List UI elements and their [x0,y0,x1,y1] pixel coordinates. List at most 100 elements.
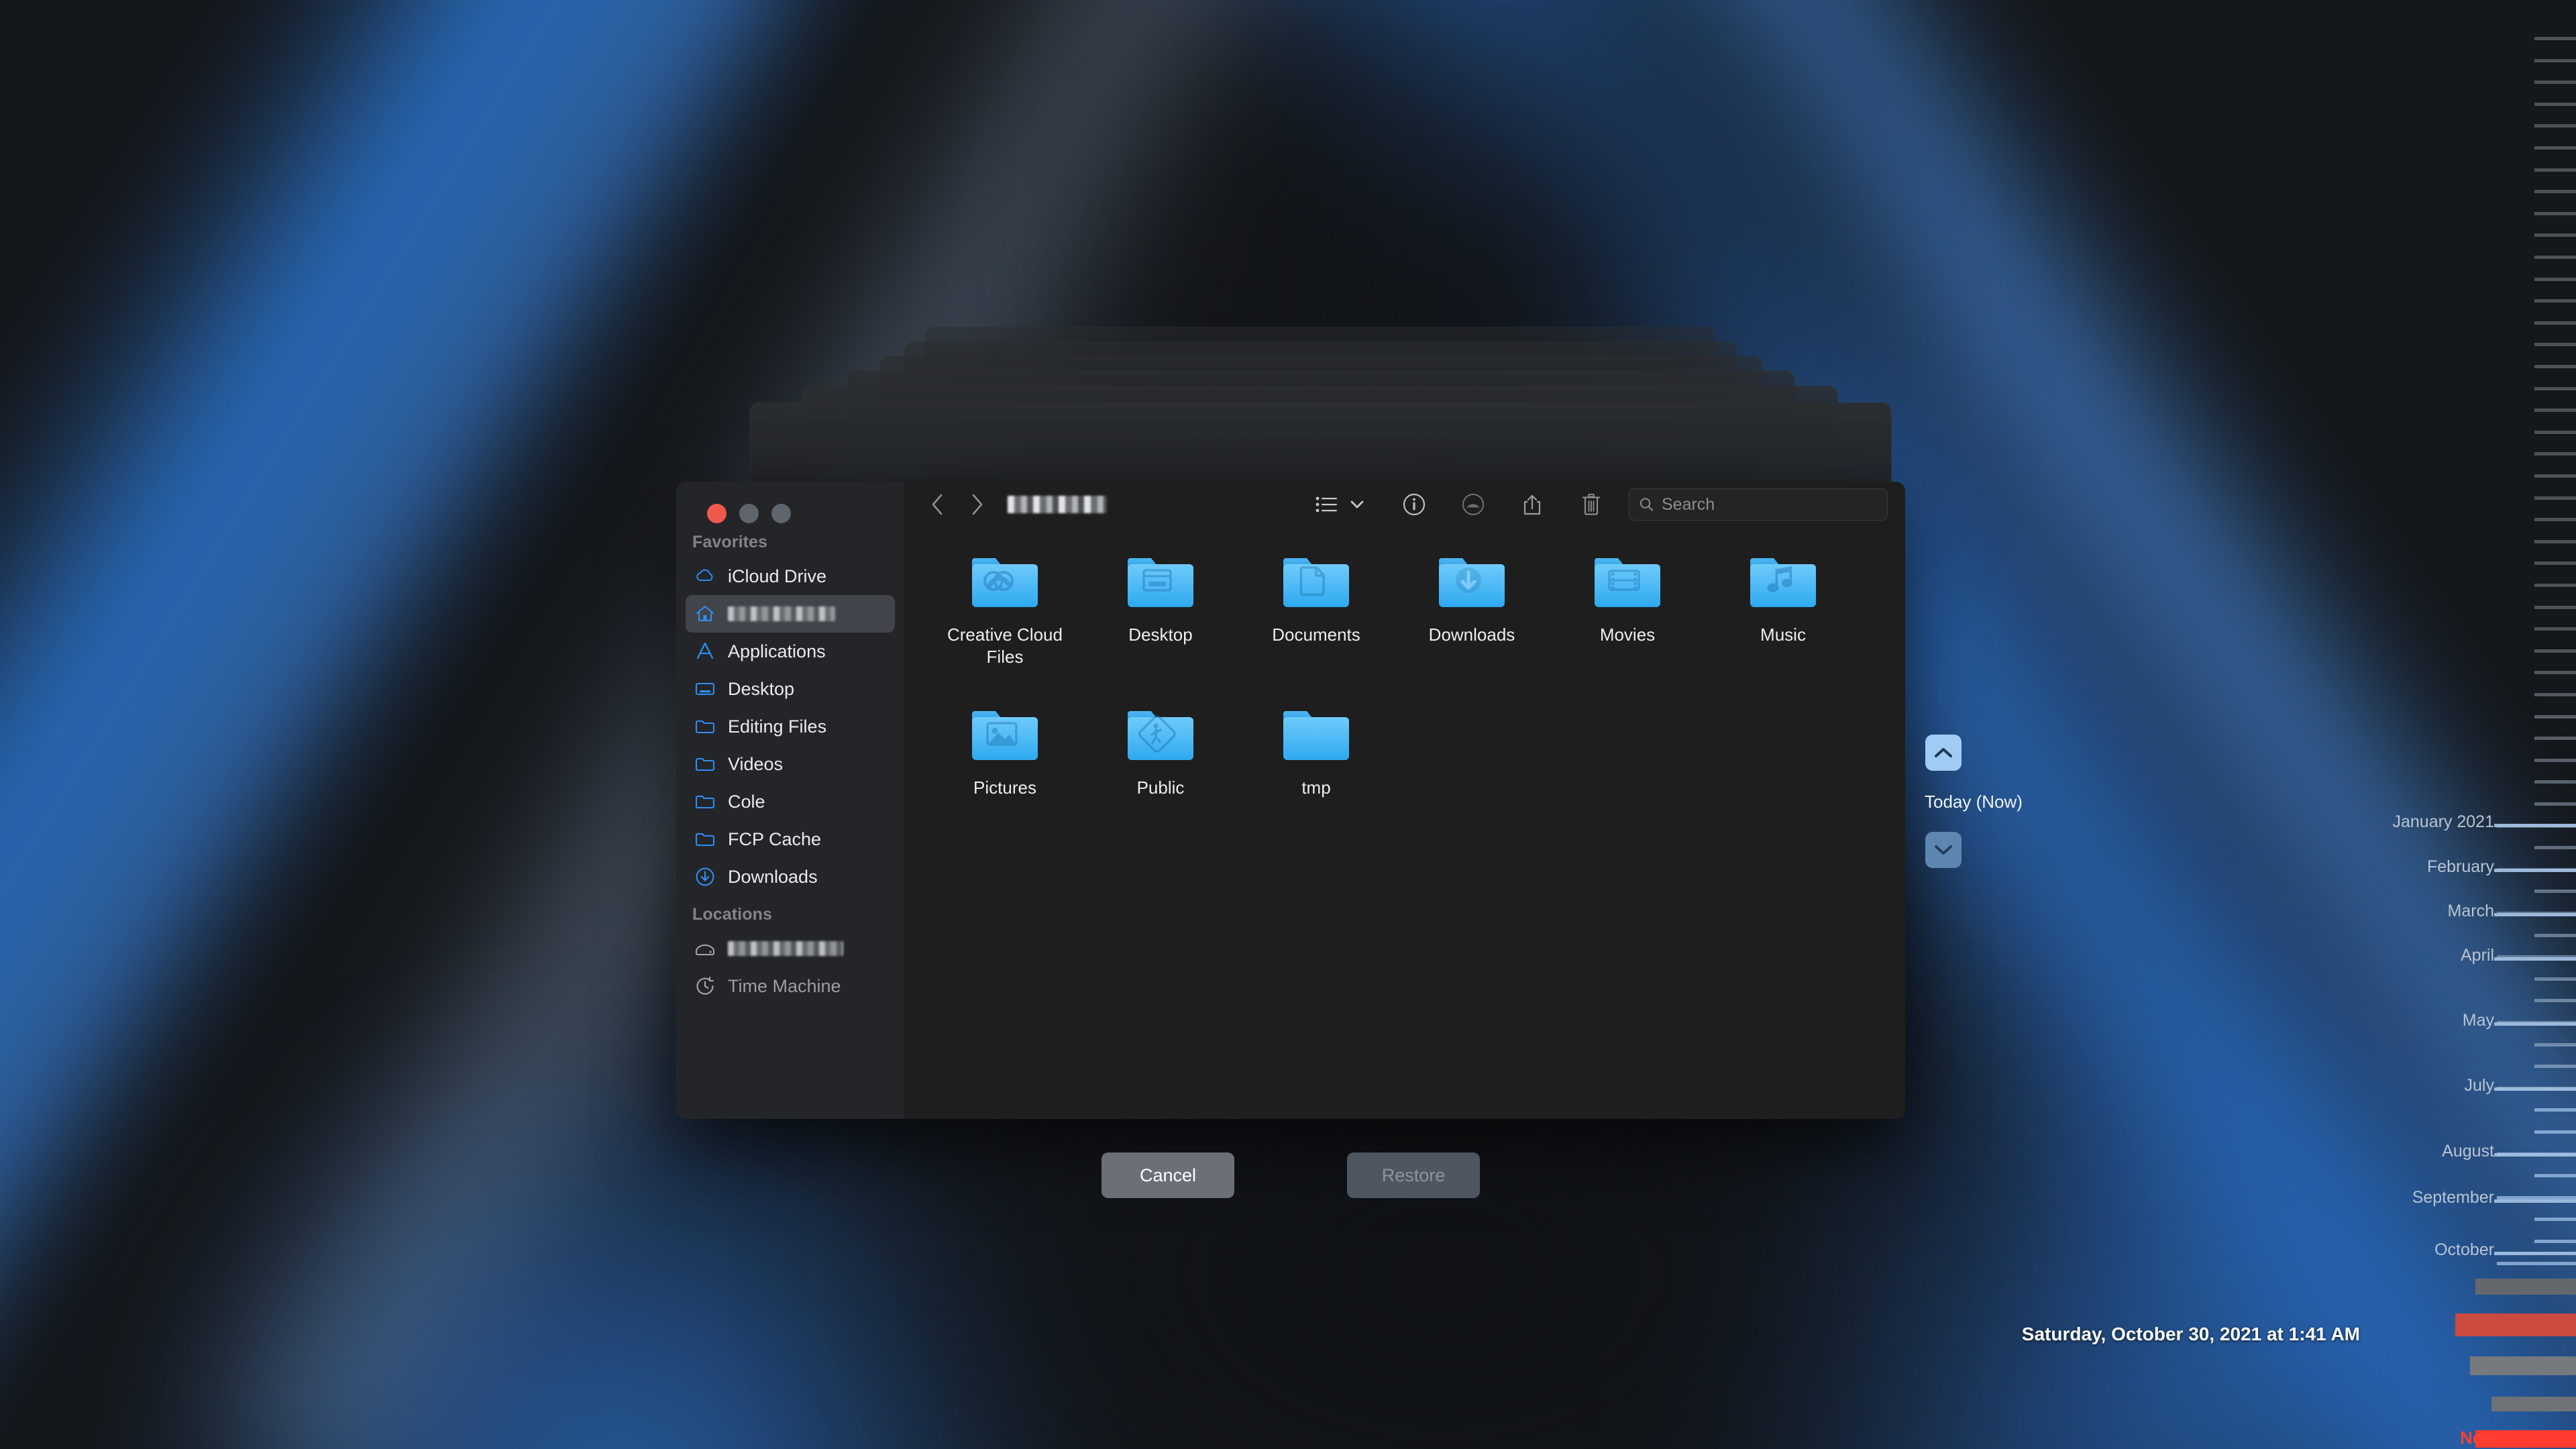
timeline-tick[interactable] [2534,146,2576,150]
timeline-tick[interactable] [2534,540,2576,543]
timeline-tick[interactable] [2534,627,2576,631]
timeline-month-tick[interactable] [2494,1087,2576,1091]
maximize-button[interactable] [771,504,791,523]
timeline-tick[interactable] [2534,1130,2576,1134]
timeline-tick[interactable] [2534,124,2576,127]
timeline-tick[interactable] [2534,212,2576,215]
timeline-month-tick[interactable] [2494,957,2576,961]
sidebar-item-applications[interactable]: Applications [686,633,895,670]
minimize-button[interactable] [739,504,759,523]
timeline-tick[interactable] [2534,999,2576,1002]
timeline-tick[interactable] [2534,1043,2576,1046]
timeline-tick[interactable] [2534,934,2576,937]
timeline-tick[interactable] [2534,737,2576,740]
timeline-snapshot-bar[interactable] [2475,1279,2576,1295]
timeline-tick[interactable] [2534,343,2576,346]
sidebar-item-redacted[interactable] [686,930,895,967]
timeline-month-tick[interactable] [2494,913,2576,916]
sidebar-item-time-machine[interactable]: Time Machine [686,967,895,1005]
timeline-tick[interactable] [2534,37,2576,40]
timeline-tick[interactable] [2534,1240,2576,1243]
timeline-tick[interactable] [2534,1218,2576,1221]
forward-button[interactable] [962,489,993,520]
timeline-tick[interactable] [2534,256,2576,259]
timeline-tick[interactable] [2534,802,2576,806]
timeline-selected-snapshot[interactable] [2455,1313,2576,1336]
timeline-tick[interactable] [2534,190,2576,193]
sidebar-item-cole[interactable]: Cole [686,783,895,820]
file-item[interactable]: Creative Cloud Files [927,545,1083,698]
info-circle-icon[interactable] [1397,489,1432,520]
back-button[interactable] [922,489,953,520]
sidebar-item-desktop[interactable]: Desktop [686,670,895,708]
chevron-down-icon[interactable] [1344,489,1370,520]
list-view-icon[interactable] [1309,489,1344,520]
timeline-month-tick[interactable] [2494,869,2576,872]
timeline-tick[interactable] [2497,1262,2576,1265]
timeline-tick[interactable] [2534,518,2576,521]
timeline-snapshot-bar[interactable] [2470,1356,2576,1375]
timeline-tick[interactable] [2534,59,2576,62]
time-machine-timeline[interactable]: January 2021 February March April May July Aug… [2375,0,2576,1449]
timeline-month-tick[interactable] [2494,824,2576,827]
timeline-tick[interactable] [2534,452,2576,455]
timeline-tick[interactable] [2534,890,2576,893]
file-item[interactable]: Music [1705,545,1861,698]
timeline-down-arrow[interactable] [1925,832,1962,868]
sidebar-item-videos[interactable]: Videos [686,745,895,783]
timeline-tick[interactable] [2534,431,2576,434]
timeline-tick[interactable] [2534,474,2576,478]
search-field[interactable] [1629,488,1888,521]
sidebar-item-editing-files[interactable]: Editing Files [686,708,895,745]
timeline-month-tick[interactable] [2494,1022,2576,1026]
timeline-snapshot-bar[interactable] [2491,1397,2576,1411]
file-item[interactable]: tmp [1238,698,1394,851]
file-item[interactable]: Documents [1238,545,1394,698]
timeline-tick[interactable] [2534,606,2576,609]
redacted-text [728,941,843,956]
close-button[interactable] [707,504,727,523]
timeline-month-tick[interactable] [2494,1252,2576,1255]
timeline-tick[interactable] [2534,278,2576,281]
timeline-month-tick[interactable] [2494,1199,2576,1203]
timeline-tick[interactable] [2534,1108,2576,1112]
timeline-tick[interactable] [2534,387,2576,390]
timeline-tick[interactable] [2534,233,2576,237]
timeline-month-tick[interactable] [2494,1153,2576,1157]
timeline-tick[interactable] [2534,80,2576,84]
sidebar-item-icloud-drive[interactable]: iCloud Drive [686,557,895,595]
timeline-tick[interactable] [2534,671,2576,674]
file-item[interactable]: Movies [1550,545,1705,698]
airdrop-icon[interactable] [1456,489,1491,520]
timeline-tick[interactable] [2534,759,2576,762]
timeline-tick[interactable] [2534,715,2576,718]
timeline-up-arrow[interactable] [1925,735,1962,771]
timeline-tick[interactable] [2534,496,2576,500]
timeline-tick[interactable] [2534,1065,2576,1068]
sidebar-item-redacted[interactable] [686,595,895,633]
timeline-tick[interactable] [2534,693,2576,696]
timeline-tick[interactable] [2534,1174,2576,1177]
timeline-tick[interactable] [2534,365,2576,368]
timeline-tick[interactable] [2534,168,2576,172]
trash-icon[interactable] [1574,489,1609,520]
timeline-tick[interactable] [2534,649,2576,653]
share-icon[interactable] [1515,489,1550,520]
file-item[interactable]: Downloads [1394,545,1550,698]
timeline-tick[interactable] [2534,846,2576,849]
sidebar-item-downloads[interactable]: Downloads [686,858,895,896]
sidebar-item-fcp-cache[interactable]: FCP Cache [686,820,895,858]
search-input[interactable] [1662,494,1878,515]
cancel-button[interactable]: Cancel [1102,1152,1234,1198]
timeline-tick[interactable] [2534,780,2576,784]
timeline-tick[interactable] [2534,584,2576,587]
timeline-tick[interactable] [2534,299,2576,303]
timeline-tick[interactable] [2534,321,2576,325]
timeline-tick[interactable] [2534,561,2576,565]
file-item[interactable]: Pictures [927,698,1083,851]
file-item[interactable]: Desktop [1083,545,1238,698]
file-item[interactable]: Public [1083,698,1238,851]
timeline-tick[interactable] [2534,103,2576,106]
timeline-tick[interactable] [2534,977,2576,981]
timeline-tick[interactable] [2534,409,2576,412]
